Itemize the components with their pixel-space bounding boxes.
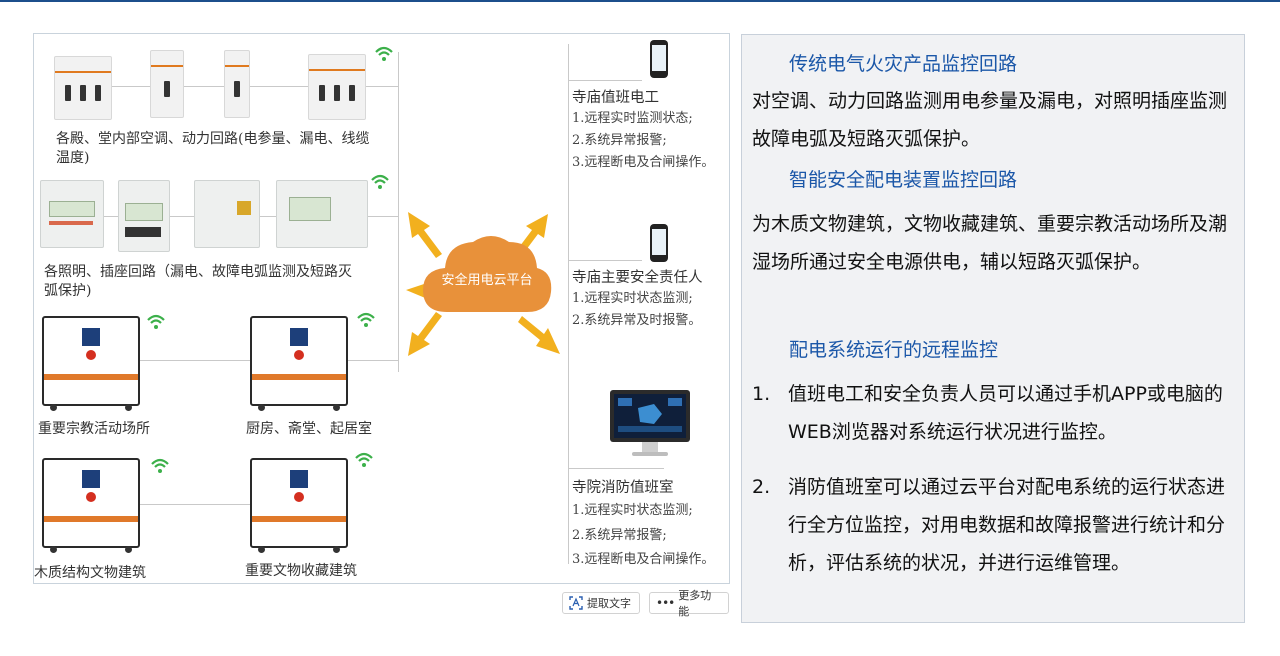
phone-icon: [650, 224, 668, 262]
endpoint-role: 寺院消防值班室: [572, 480, 674, 496]
monitor-icon: [610, 390, 690, 456]
endpoint-role: 寺庙值班电工: [572, 90, 659, 106]
meter-device: [194, 180, 260, 248]
breaker-device: [308, 54, 366, 120]
description-panel: 传统电气火灾产品监控回路 对空调、动力回路监测用电参量及漏电，对照明插座监测故障…: [741, 34, 1245, 623]
cloud-platform-label: 安全用电云平台: [441, 272, 533, 288]
endpoint-role: 寺庙主要安全责任人: [572, 270, 703, 286]
section-title: 智能安全配电装置监控回路: [789, 169, 1018, 191]
top-divider: [0, 0, 1280, 2]
breaker-device: [54, 56, 112, 120]
cabinet-device: [42, 458, 140, 553]
extract-text-button[interactable]: 提取文字: [562, 592, 640, 614]
section-paragraph: 对空调、动力回路监测用电参量及漏电，对照明插座监测故障电弧及短路灭弧保护。: [752, 90, 1228, 150]
extract-text-label: 提取文字: [587, 597, 631, 610]
endpoint-function: 2.系统异常报警;: [572, 528, 667, 543]
group-label: 各照明、插座回路（漏电、故障电弧监测及短路灭弧保护): [44, 264, 352, 299]
endpoint-function: 1.远程实时监测状态;: [572, 111, 693, 126]
wifi-icon: [357, 312, 375, 327]
right-bus-line: [568, 44, 569, 564]
meter-device: [118, 180, 170, 252]
cabinet-device: [42, 316, 140, 411]
more-dots-icon: •••: [656, 596, 675, 610]
text-scan-icon: [569, 596, 583, 610]
list-item-text: 值班电工和安全负责人员可以通过手机APP或电脑的WEB浏览器对系统运行状况进行监…: [788, 383, 1223, 443]
meter-device: [40, 180, 104, 248]
wifi-icon: [371, 174, 389, 189]
list-item: 1. 值班电工和安全负责人员可以通过手机APP或电脑的WEB浏览器对系统运行状况…: [752, 375, 1238, 455]
section-title: 配电系统运行的远程监控: [789, 339, 999, 361]
section-title: 传统电气火灾产品监控回路: [789, 53, 1018, 75]
endpoint-function: 2.系统异常报警;: [572, 133, 667, 148]
list-item-number: 2.: [752, 476, 771, 498]
endpoint-function: 1.远程实时状态监测;: [572, 291, 693, 306]
wifi-icon: [375, 46, 393, 61]
cabinet-device: [250, 458, 348, 553]
more-features-button[interactable]: ••• 更多功能: [649, 589, 729, 618]
more-features-label: 更多功能: [678, 589, 712, 618]
cabinet-device: [250, 316, 348, 411]
endpoint-line: [568, 80, 642, 81]
system-diagram: 各殿、堂内部空调、动力回路(电参量、漏电、线缆温度) 各照明、插座回路（漏电、故…: [33, 33, 730, 584]
group-label: 木质结构文物建筑: [34, 565, 146, 581]
wifi-icon: [355, 452, 373, 467]
endpoint-function: 1.远程实时状态监测;: [572, 503, 693, 518]
endpoint-function: 3.远程断电及合闸操作。: [572, 155, 715, 170]
wifi-icon: [151, 458, 169, 473]
endpoint-line: [568, 260, 642, 261]
wifi-icon: [147, 314, 165, 329]
group-label: 重要宗教活动场所: [38, 421, 150, 437]
phone-icon: [650, 40, 668, 78]
endpoint-function: 2.系统异常及时报警。: [572, 313, 702, 328]
group-label: 各殿、堂内部空调、动力回路(电参量、漏电、线缆温度): [56, 131, 370, 166]
group-label: 厨房、斋堂、起居室: [246, 421, 372, 437]
breaker-device: [150, 50, 184, 118]
list-item: 2. 消防值班室可以通过云平台对配电系统的运行状态进行全方位监控，对用电数据和故…: [752, 468, 1238, 624]
endpoint-line: [568, 468, 664, 469]
list-item-text: 消防值班室可以通过云平台对配电系统的运行状态进行全方位监控，对用电数据和故障报警…: [788, 476, 1226, 574]
group-label: 重要文物收藏建筑: [245, 563, 357, 579]
list-item-number: 1.: [752, 383, 771, 405]
breaker-device: [224, 50, 250, 118]
meter-device: [276, 180, 368, 248]
section-paragraph: 为木质文物建筑，文物收藏建筑、重要宗教活动场所及潮湿场所通过安全电源供电，辅以短…: [752, 213, 1228, 273]
endpoint-function: 3.远程断电及合闸操作。: [572, 552, 715, 567]
